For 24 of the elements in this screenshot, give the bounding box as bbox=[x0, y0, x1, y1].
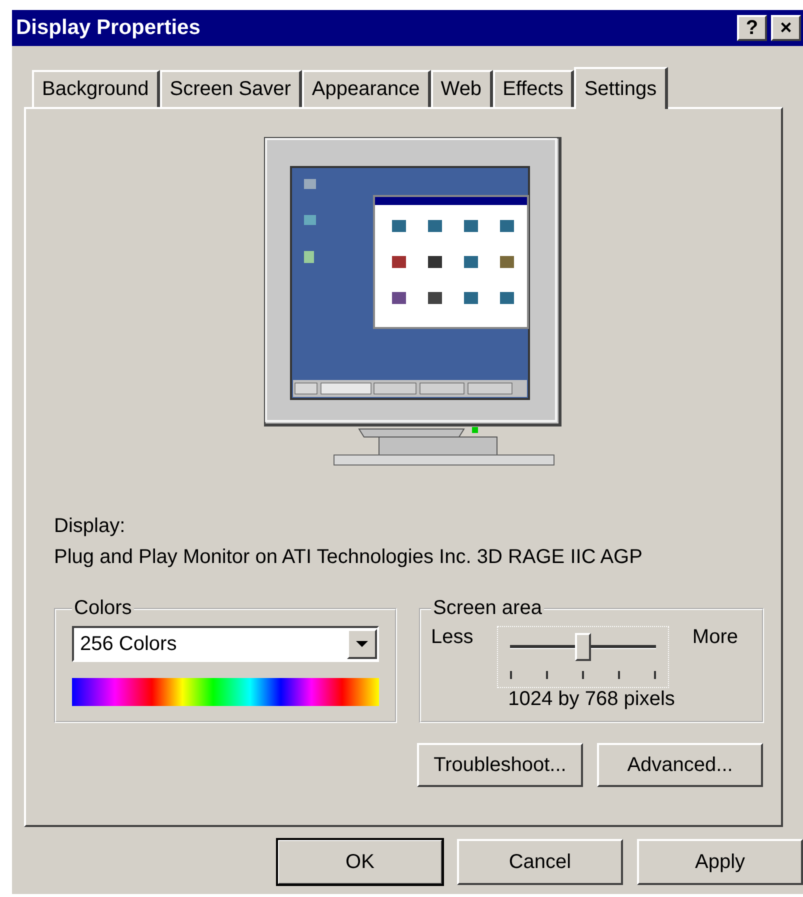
dialog-button[interactable]: Cancel bbox=[457, 839, 623, 885]
window-title: Display Properties bbox=[16, 16, 200, 40]
tab[interactable]: Web bbox=[430, 70, 493, 107]
panel-button[interactable]: Troubleshoot... bbox=[417, 743, 583, 787]
less-label: Less bbox=[431, 626, 474, 649]
dialog-button[interactable]: OK bbox=[277, 839, 443, 885]
group-title: Screen area bbox=[432, 597, 543, 620]
help-button[interactable]: ? bbox=[737, 15, 767, 41]
panel-button[interactable]: Advanced... bbox=[597, 743, 763, 787]
close-button[interactable]: × bbox=[771, 15, 801, 41]
display-device-name: Plug and Play Monitor on ATI Technologies Inc. 3D RAGE IIC AGP bbox=[54, 546, 644, 569]
dialog-button[interactable]: Apply bbox=[637, 839, 803, 885]
tab[interactable]: Effects bbox=[492, 70, 574, 107]
more-label: More bbox=[692, 626, 739, 649]
screen-area-slider[interactable] bbox=[496, 626, 669, 688]
resolution-reading: 1024 by 768 pixels bbox=[507, 688, 676, 711]
tab[interactable]: Background bbox=[32, 70, 160, 107]
colors-dropdown[interactable]: 256 Colors bbox=[72, 626, 379, 662]
group-title: Colors bbox=[73, 597, 133, 620]
tab[interactable]: Appearance bbox=[302, 70, 431, 107]
tab[interactable]: Settings bbox=[574, 67, 668, 109]
dropdown-arrow-icon bbox=[355, 640, 369, 648]
tab[interactable]: Screen Saver bbox=[160, 70, 302, 107]
display-label: Display: bbox=[54, 515, 126, 538]
